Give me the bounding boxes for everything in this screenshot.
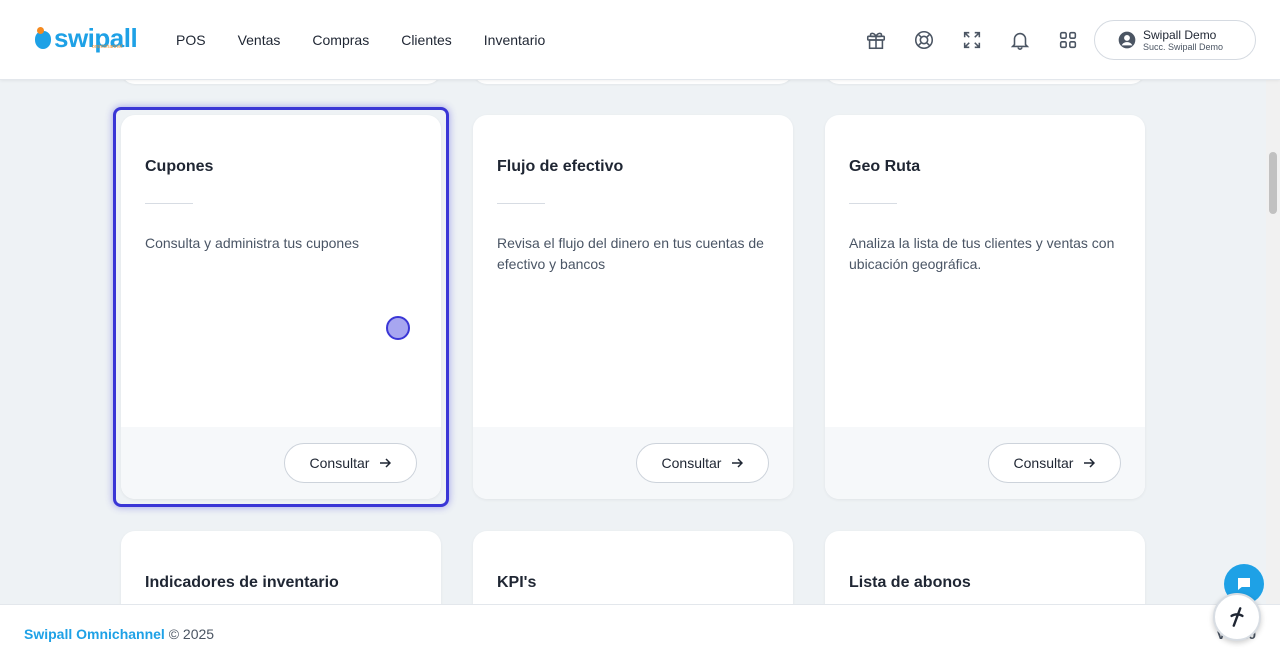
- nav-item-inventario[interactable]: Inventario: [484, 30, 545, 50]
- card-description: Revisa el flujo del dinero en tus cuenta…: [497, 235, 764, 272]
- arrow-right-icon: [732, 458, 744, 468]
- card-title: Geo Ruta: [849, 158, 921, 175]
- button-label: Consultar: [309, 455, 370, 471]
- lifebuoy-icon[interactable]: [912, 28, 936, 52]
- button-label: Consultar: [1013, 455, 1074, 471]
- card-geo-ruta: Geo Ruta Analiza la lista de tus cliente…: [825, 115, 1145, 499]
- card-title: Flujo de efectivo: [497, 158, 624, 175]
- card-title: KPI's: [497, 574, 537, 591]
- card-footer: Consultar: [473, 427, 793, 499]
- nav-item-pos[interactable]: POS: [176, 30, 206, 50]
- assistant-button[interactable]: [1213, 593, 1261, 641]
- button-label: Consultar: [661, 455, 722, 471]
- card-description: Analiza la lista de tus clientes y venta…: [849, 235, 1115, 272]
- top-header: swipall omnichannel POS Ventas Compras C…: [0, 0, 1280, 80]
- bell-icon[interactable]: [1008, 28, 1032, 52]
- header-icons: [840, 28, 1080, 52]
- arrow-right-icon: [380, 458, 392, 468]
- user-menu-button[interactable]: Swipall Demo Succ. Swipall Demo: [1094, 20, 1256, 60]
- page-footer: Swipall Omnichannel © 2025 v4.0.0: [0, 604, 1280, 660]
- nav-item-ventas[interactable]: Ventas: [238, 30, 281, 50]
- swipall-logo[interactable]: swipall omnichannel: [34, 22, 138, 54]
- user-avatar-icon: [1118, 31, 1136, 49]
- gift-icon[interactable]: [864, 28, 888, 52]
- consultar-button[interactable]: Consultar: [988, 443, 1121, 483]
- apps-grid-icon[interactable]: [1056, 28, 1080, 52]
- footer-copyright: Swipall Omnichannel © 2025: [24, 626, 214, 642]
- card-title: Cupones: [145, 158, 214, 175]
- divider: [849, 203, 897, 204]
- card-title: Indicadores de inventario: [145, 574, 339, 591]
- slash-logo-icon: [1230, 607, 1244, 627]
- nav-item-clientes[interactable]: Clientes: [401, 30, 452, 50]
- divider: [145, 203, 193, 204]
- card-footer: Consultar: [825, 427, 1145, 499]
- card-cupones: Cupones Consulta y administra tus cupone…: [121, 115, 441, 499]
- divider: [497, 203, 545, 204]
- fullscreen-icon[interactable]: [960, 28, 984, 52]
- card-footer: Consultar: [121, 427, 441, 499]
- cursor-indicator: [386, 316, 410, 340]
- logo-tagline: omnichannel: [92, 44, 123, 50]
- card-title: Lista de abonos: [849, 574, 971, 591]
- footer-year: © 2025: [168, 626, 215, 642]
- footer-brand[interactable]: Swipall Omnichannel: [24, 626, 165, 642]
- chat-bubble-icon: [1238, 578, 1250, 590]
- consultar-button[interactable]: Consultar: [284, 443, 417, 483]
- main-nav: POS Ventas Compras Clientes Inventario: [176, 30, 577, 50]
- card-description: Consulta y administra tus cupones: [145, 235, 359, 251]
- user-branch: Succ. Swipall Demo: [1143, 41, 1224, 52]
- nav-item-compras[interactable]: Compras: [312, 30, 369, 50]
- scrollbar-thumb[interactable]: [1269, 152, 1277, 214]
- card-flujo-efectivo: Flujo de efectivo Revisa el flujo del di…: [473, 115, 793, 499]
- consultar-button[interactable]: Consultar: [636, 443, 769, 483]
- arrow-right-icon: [1084, 458, 1096, 468]
- user-name: Swipall Demo: [1143, 27, 1217, 42]
- swipall-drop-icon: [34, 27, 52, 49]
